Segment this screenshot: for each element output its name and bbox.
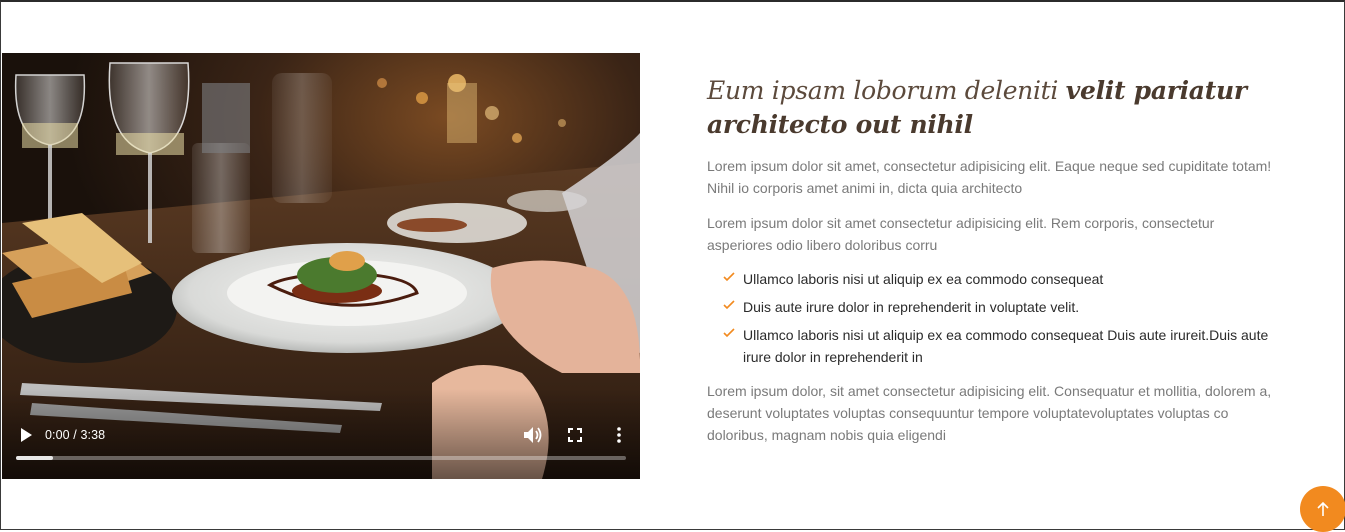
about-content: Eum ipsam loborum deleniti velit pariatu… [707,74,1281,446]
list-item: Duis aute irure dolor in reprehenderit i… [707,296,1281,318]
about-heading: Eum ipsam loborum deleniti velit pariatu… [707,74,1281,142]
heading-light-text: Eum ipsam loborum deleniti [707,76,1066,105]
video-progress-fill [16,456,53,460]
list-item-text: Ullamco laboris nisi ut aliquip ex ea co… [743,271,1104,287]
list-item-text: Duis aute irure dolor in reprehenderit i… [743,299,1080,315]
about-paragraph-1: Lorem ipsum dolor sit amet, consectetur … [707,158,1272,196]
back-to-top-button[interactable] [1300,486,1345,532]
about-paragraph-3: Lorem ipsum dolor, sit amet consectetur … [707,383,1272,443]
list-item: Ullamco laboris nisi ut aliquip ex ea co… [707,324,1281,368]
list-item: Ullamco laboris nisi ut aliquip ex ea co… [707,268,1281,290]
more-options-icon[interactable] [613,426,625,444]
list-item-text: Ullamco laboris nisi ut aliquip ex ea co… [743,327,1269,365]
volume-icon[interactable] [523,426,543,444]
arrow-up-icon [1317,501,1329,516]
play-icon[interactable] [18,427,34,443]
fullscreen-icon[interactable] [568,428,582,442]
video-time: 0:00 / 3:38 [45,428,106,442]
about-paragraph-2: Lorem ipsum dolor sit amet consectetur a… [707,215,1215,253]
check-icon [723,272,735,282]
check-icon [723,328,735,338]
video-player[interactable]: 0:00 / 3:38 [2,53,640,479]
video-progress-bar[interactable] [16,456,626,460]
page-frame: 0:00 / 3:38 Eum ipsam loborum deleniti v… [0,0,1345,532]
check-icon [723,300,735,310]
feature-list: Ullamco laboris nisi ut aliquip ex ea co… [707,268,1281,368]
